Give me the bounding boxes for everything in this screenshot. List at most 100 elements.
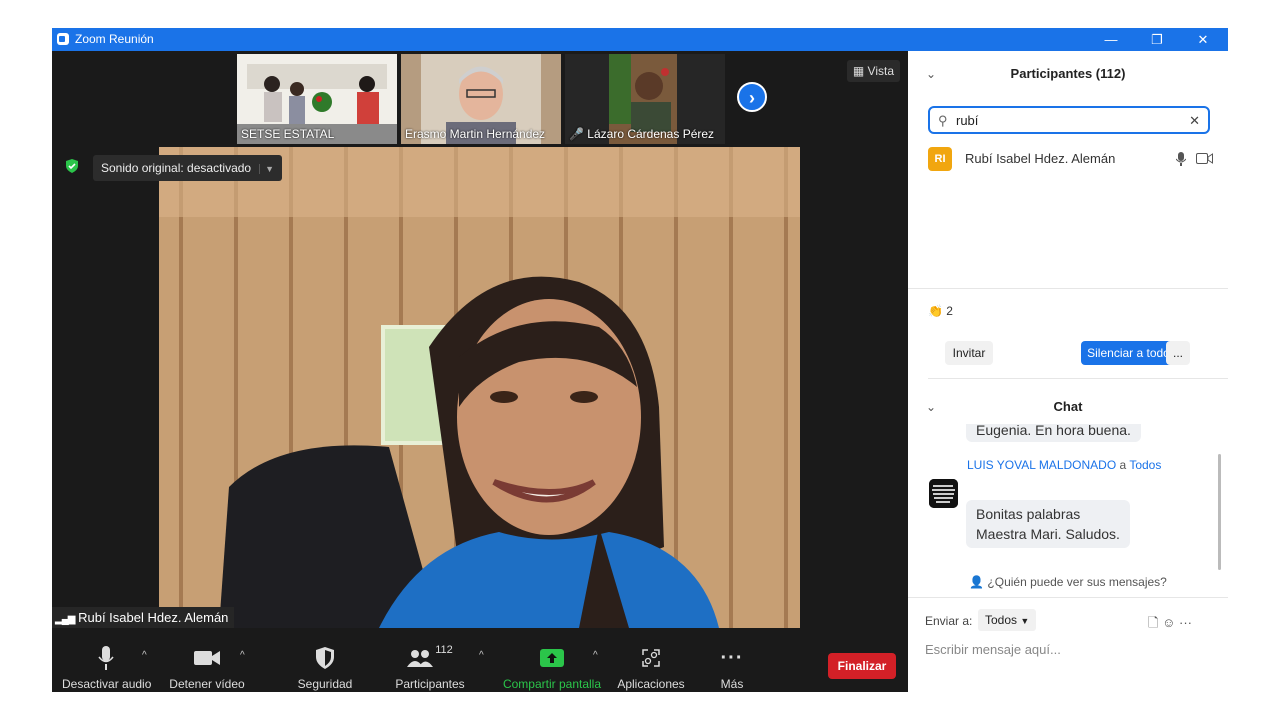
avatar: RI xyxy=(928,147,952,171)
send-to-label: Enviar a: xyxy=(925,614,973,628)
participant-mic-icon[interactable] xyxy=(1176,152,1186,166)
file-icon[interactable]: 🗋 xyxy=(1148,615,1158,630)
next-page-button[interactable]: › xyxy=(737,82,767,112)
chat-scrollbar[interactable] xyxy=(1218,454,1221,570)
participants-icon xyxy=(407,650,434,667)
restore-button[interactable]: ❐ xyxy=(1134,28,1180,51)
end-meeting-button[interactable]: Finalizar xyxy=(828,653,896,679)
side-panel: ⌄ Participantes (112) ⚲ rubí ✕ RI Rubí I… xyxy=(908,51,1228,692)
security-label: Seguridad xyxy=(297,677,353,691)
chat-title: Chat xyxy=(1053,399,1083,414)
security-shield-icon xyxy=(316,647,334,669)
close-button[interactable]: ✕ xyxy=(1180,28,1226,51)
stop-video-button[interactable]: Detener vídeo xyxy=(167,644,247,691)
participant-name: Rubí Isabel Hdez. Alemán xyxy=(965,151,1116,166)
sender-avatar-image xyxy=(929,479,958,508)
thumbnail-name: Erasmo Martin Hernández xyxy=(405,127,546,141)
original-sound-toggle[interactable]: Sonido original: desactivado ▼ xyxy=(93,155,283,181)
share-screen-icon xyxy=(540,649,564,667)
participant-search-input[interactable]: ⚲ rubí ✕ xyxy=(928,106,1210,134)
participants-count-badge: 112 xyxy=(435,644,453,656)
thumbnail-name: SETSE ESTATAL xyxy=(241,127,335,141)
participants-label: Participantes xyxy=(395,677,465,691)
apps-button[interactable]: Aplicaciones xyxy=(617,644,685,691)
chevron-down-icon[interactable]: ▼ xyxy=(259,164,275,174)
more-options-button[interactable]: ... xyxy=(1166,341,1190,365)
who-can-see-text: ¿Quién puede ver sus mensajes? xyxy=(987,575,1167,589)
more-dots-icon[interactable]: ··· xyxy=(1179,615,1192,630)
divider xyxy=(928,378,1228,379)
invite-button[interactable]: Invitar xyxy=(945,341,993,365)
speaker-name: Rubí Isabel Hdez. Alemán xyxy=(78,610,229,625)
thumbnail-setse-estatal[interactable]: SETSE ESTATAL xyxy=(237,54,397,144)
participants-button[interactable]: 112 Participantes xyxy=(392,644,468,691)
security-button[interactable]: Seguridad xyxy=(292,644,358,691)
search-icon: ⚲ xyxy=(938,113,948,128)
chat-actions: 🗋 ☺ ··· xyxy=(1148,614,1192,636)
meeting-toolbar: Desactivar audio ^ Detener vídeo ^ Segur… xyxy=(52,628,908,692)
participants-header: ⌄ Participantes (112) xyxy=(908,51,1228,95)
active-speaker-video xyxy=(159,147,800,628)
chat-messages: Eugenia. En hora buena. LUIS YOVAL MALDO… xyxy=(908,424,1228,572)
audio-options-caret[interactable]: ^ xyxy=(142,650,147,661)
muted-mic-icon: 🎤 xyxy=(569,127,584,141)
title-bar: Zoom Reunión — ❐ ✕ xyxy=(52,28,1228,51)
original-sound-label: Sonido original: desactivado xyxy=(101,161,252,175)
participants-options-caret[interactable]: ^ xyxy=(479,650,484,661)
chevron-down-icon: ▼ xyxy=(1020,616,1030,626)
thumbnail-erasmo[interactable]: Erasmo Martin Hernández xyxy=(401,54,561,144)
clear-search-icon[interactable]: ✕ xyxy=(1189,113,1200,129)
thumbnail-lazaro[interactable]: 🎤 Lázaro Cárdenas Pérez xyxy=(565,54,725,144)
chat-sender[interactable]: LUIS YOVAL MALDONADO xyxy=(967,458,1116,472)
who-can-see-link[interactable]: 👤 ¿Quién puede ver sus mensajes? xyxy=(908,575,1228,589)
divider xyxy=(908,597,1228,598)
participant-row[interactable]: RI Rubí Isabel Hdez. Alemán xyxy=(928,147,1218,171)
participant-video-icon[interactable] xyxy=(1196,153,1213,164)
window-title: Zoom Reunión xyxy=(75,32,154,46)
speaker-name-tag: ▂▄▆ Rubí Isabel Hdez. Alemán xyxy=(52,607,235,628)
chat-message-line: Bonitas palabras xyxy=(976,506,1081,522)
search-value: rubí xyxy=(956,113,979,128)
apps-icon xyxy=(642,649,660,667)
minimize-button[interactable]: — xyxy=(1088,28,1134,51)
signal-strength-icon: ▂▄▆ xyxy=(55,614,75,625)
view-button[interactable]: ▦ Vista xyxy=(846,60,900,82)
share-options-caret[interactable]: ^ xyxy=(593,650,598,661)
grid-icon: ▦ xyxy=(852,64,865,78)
more-button[interactable]: ··· Más xyxy=(712,644,752,692)
chat-message-bubble: Eugenia. En hora buena. xyxy=(966,424,1141,442)
chat-message-bubble: Bonitas palabras Maestra Mari. Saludos. xyxy=(966,500,1130,548)
person-lock-icon: 👤 xyxy=(969,575,985,589)
video-options-caret[interactable]: ^ xyxy=(240,650,245,661)
send-to-dropdown[interactable]: Todos ▼ xyxy=(978,609,1037,631)
video-camera-icon xyxy=(194,651,220,665)
zoom-window: Zoom Reunión — ❐ ✕ SETSE ESTATAL Erasmo … xyxy=(52,28,1228,692)
more-dots-icon: ··· xyxy=(720,646,744,669)
view-label: Vista xyxy=(867,64,894,78)
stop-video-label: Detener vídeo xyxy=(169,677,245,691)
more-label: Más xyxy=(720,677,744,691)
chat-header: ⌄ Chat xyxy=(908,384,1228,428)
chat-input[interactable]: Escribir mensaje aquí... xyxy=(925,642,1061,657)
thumbnail-name: 🎤 Lázaro Cárdenas Pérez xyxy=(569,127,714,141)
encryption-shield-icon[interactable] xyxy=(65,159,79,173)
chat-to-word: a xyxy=(1119,458,1127,472)
microphone-icon xyxy=(98,646,114,670)
chat-recipient: Todos xyxy=(1129,458,1162,472)
apps-label: Aplicaciones xyxy=(617,677,685,691)
chat-message-line: Maestra Mari. Saludos. xyxy=(976,526,1120,542)
reactions-count: 👏 2 xyxy=(928,304,953,318)
sender-avatar xyxy=(929,479,958,508)
reactions-count-value: 2 xyxy=(946,304,953,318)
speaker-video-image xyxy=(159,147,800,628)
share-screen-label: Compartir pantalla xyxy=(502,677,602,691)
send-to-value: Todos xyxy=(985,613,1018,627)
thumbnail-name-text: Lázaro Cárdenas Pérez xyxy=(587,127,715,141)
mute-audio-button[interactable]: Desactivar audio xyxy=(62,644,152,691)
mute-audio-label: Desactivar audio xyxy=(62,677,152,691)
share-screen-button[interactable]: Compartir pantalla xyxy=(502,644,602,691)
participants-title: Participantes (112) xyxy=(1010,66,1126,81)
zoom-logo-icon xyxy=(57,33,69,45)
divider xyxy=(908,288,1228,289)
emoji-icon[interactable]: ☺ xyxy=(1162,615,1175,630)
